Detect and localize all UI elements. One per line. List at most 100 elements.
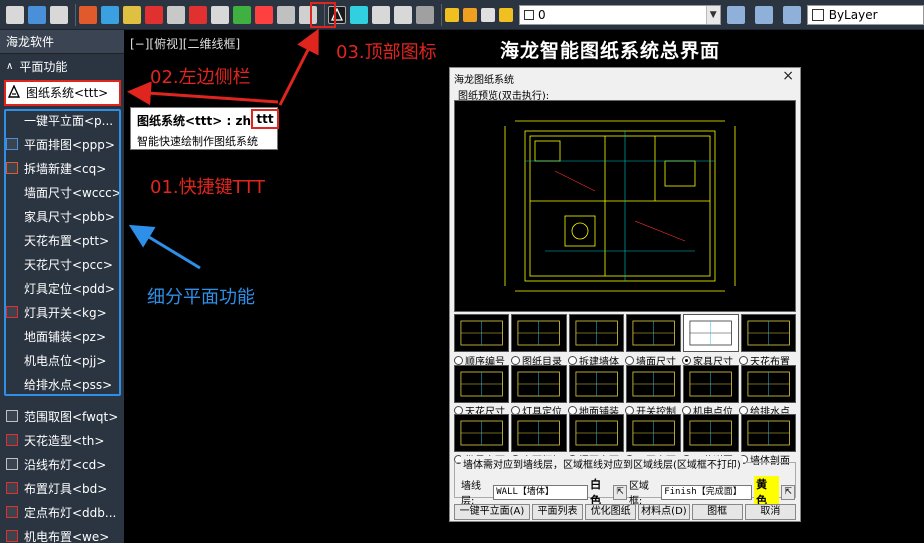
sidebar-item[interactable]: 拆墙新建<cq> <box>0 156 124 180</box>
layer-dropdown[interactable]: 0 ▼ <box>519 4 721 25</box>
dialog-button[interactable]: 优化图纸 <box>585 504 637 520</box>
sidebar-item[interactable]: 布置灯具<bd> <box>0 476 124 500</box>
layer-freeze-icon[interactable] <box>101 5 119 24</box>
sidebar-item[interactable]: 灯具开关<kg> <box>0 300 124 324</box>
dialog-button[interactable]: 取消 <box>744 504 797 520</box>
sidebar-item[interactable]: 定点布灯<ddb... <box>0 500 124 524</box>
drawing-thumbnail[interactable] <box>625 365 682 403</box>
close-icon[interactable]: × <box>782 68 794 84</box>
drawing-thumbnail[interactable] <box>511 414 567 452</box>
thumbnail-row-3 <box>454 414 796 452</box>
left-sidebar: 海龙软件 ∧ 平面功能 图纸系统<ttt> 一键平立面<p... 平面排图<ppp… <box>0 30 124 543</box>
sidebar-item[interactable]: 一键平立面<p... <box>0 108 124 132</box>
layer-lock-icon[interactable] <box>123 5 141 24</box>
radio-icon[interactable] <box>682 356 691 365</box>
drawing-thumbnail[interactable] <box>740 365 796 403</box>
drawing-thumbnail[interactable] <box>740 314 796 352</box>
sidebar-item-label: 地面铺装<pz> <box>24 329 107 344</box>
drawing-thumbnail[interactable] <box>625 414 682 452</box>
layer-manager-icon[interactable] <box>372 5 390 24</box>
region-layer-picker-icon[interactable]: ⇱ <box>781 484 796 500</box>
bulb-icon[interactable] <box>445 7 459 22</box>
layer-tool-icon[interactable] <box>189 5 207 24</box>
sidebar-item[interactable]: 沿线布灯<cd> <box>0 452 124 476</box>
chevron-down-icon[interactable]: ▼ <box>705 5 720 24</box>
sun-icon[interactable] <box>463 7 477 22</box>
drawing-thumbnail[interactable] <box>568 414 624 452</box>
layer-tool-icon[interactable] <box>233 5 251 24</box>
sidebar-item[interactable]: 机电点位<pjj> <box>0 348 124 372</box>
annotation-top-icon: 03.顶部图标 <box>336 42 437 63</box>
drawing-thumbnail[interactable] <box>568 365 624 403</box>
wall-icon <box>4 160 20 176</box>
layer-tool-icon[interactable] <box>167 5 185 24</box>
sidebar-item[interactable]: 地面铺装<pz> <box>0 324 124 348</box>
viewport-icon[interactable] <box>350 5 368 24</box>
sidebar-section-plan[interactable]: ∧ 平面功能 <box>0 54 124 78</box>
layer-props-icon[interactable] <box>394 5 412 24</box>
sidebar-item-label: 灯具开关<kg> <box>24 305 107 320</box>
lock-icon[interactable] <box>499 7 513 22</box>
sidebar-item-drawing-system[interactable]: 图纸系统<ttt> <box>4 80 120 104</box>
open-icon[interactable] <box>6 5 24 24</box>
dialog-button[interactable]: 一键平立面(A) <box>454 504 530 520</box>
save-icon[interactable] <box>28 5 46 24</box>
sidebar-item[interactable]: 给排水点<pss> <box>0 372 124 396</box>
layer-state-icon[interactable] <box>145 5 163 24</box>
view-label[interactable]: [−][俯视][二维线框] <box>130 35 240 52</box>
sidebar-item[interactable]: 灯具定位<pdd> <box>0 276 124 300</box>
range-icon <box>4 408 20 424</box>
drawing-thumbnail[interactable] <box>511 314 567 352</box>
print-icon[interactable] <box>50 5 68 24</box>
layer-tool-icon[interactable] <box>211 5 229 24</box>
sidebar-section-label: 平面功能 <box>19 59 68 74</box>
wall-layer-picker-icon[interactable]: ⇱ <box>613 484 627 500</box>
sidebar-item[interactable]: 范围取图<fwqt> <box>0 404 124 428</box>
thumbnail-row-2 <box>454 365 796 403</box>
sidebar-item[interactable]: 家具尺寸<pbb> <box>0 204 124 228</box>
radio-icon[interactable] <box>739 356 748 365</box>
layer-tool-icon[interactable] <box>299 5 317 24</box>
layer-iso-icon[interactable] <box>416 5 434 24</box>
drawing-thumbnail[interactable] <box>683 314 739 352</box>
layer-off-icon[interactable] <box>79 5 97 24</box>
layer-state-icon[interactable] <box>782 5 801 24</box>
sidebar-item[interactable]: 天花布置<ptt> <box>0 228 124 252</box>
region-layer-field[interactable]: Finish【完成面】 <box>661 484 753 500</box>
layer-color-swatch <box>524 9 534 20</box>
light-icon <box>4 480 20 496</box>
radio-icon[interactable] <box>454 356 463 365</box>
sidebar-item[interactable]: 天花尺寸<pcc> <box>0 252 124 276</box>
sidebar-item-label: 天花造型<th> <box>24 433 105 448</box>
frame-icon[interactable] <box>481 7 495 22</box>
drawing-thumbnail[interactable] <box>740 414 796 452</box>
sidebar-item[interactable]: 天花造型<th> <box>0 428 124 452</box>
layer-match-icon[interactable] <box>726 5 745 24</box>
dialog-button[interactable]: 材料点(D) <box>638 504 690 520</box>
dialog-button[interactable]: 图框 <box>691 504 743 520</box>
sidebar-item[interactable]: 机电布置<we> <box>0 524 124 543</box>
drawing-thumbnail[interactable] <box>625 314 682 352</box>
drawing-thumbnail[interactable] <box>454 365 510 403</box>
radio-icon[interactable] <box>568 356 577 365</box>
drawing-thumbnail[interactable] <box>568 314 624 352</box>
dialog-button[interactable]: 平面列表 <box>531 504 584 520</box>
sidebar-item[interactable]: 墙面尺寸<wccc> <box>0 180 124 204</box>
layer-prev-icon[interactable] <box>754 5 773 24</box>
drawing-thumbnail[interactable] <box>454 414 510 452</box>
drawing-thumbnail[interactable] <box>511 365 567 403</box>
layer-tool-icon[interactable] <box>255 5 273 24</box>
drawing-thumbnail[interactable] <box>454 314 510 352</box>
radio-icon[interactable] <box>625 356 634 365</box>
drawing-preview[interactable] <box>454 100 796 312</box>
drawing-system-icon[interactable] <box>328 5 346 24</box>
drawing-thumbnail[interactable] <box>683 365 739 403</box>
sidebar-item-label: 布置灯具<bd> <box>24 481 108 496</box>
linetype-dropdown[interactable]: ByLayer <box>806 4 924 25</box>
toolbar-separator <box>441 3 442 26</box>
wall-layer-field[interactable]: WALL【墙体】 <box>493 484 589 500</box>
layer-tool-icon[interactable] <box>277 5 295 24</box>
sidebar-item[interactable]: 平面排图<ppp> <box>0 132 124 156</box>
radio-icon[interactable] <box>511 356 520 365</box>
drawing-thumbnail[interactable] <box>683 414 739 452</box>
